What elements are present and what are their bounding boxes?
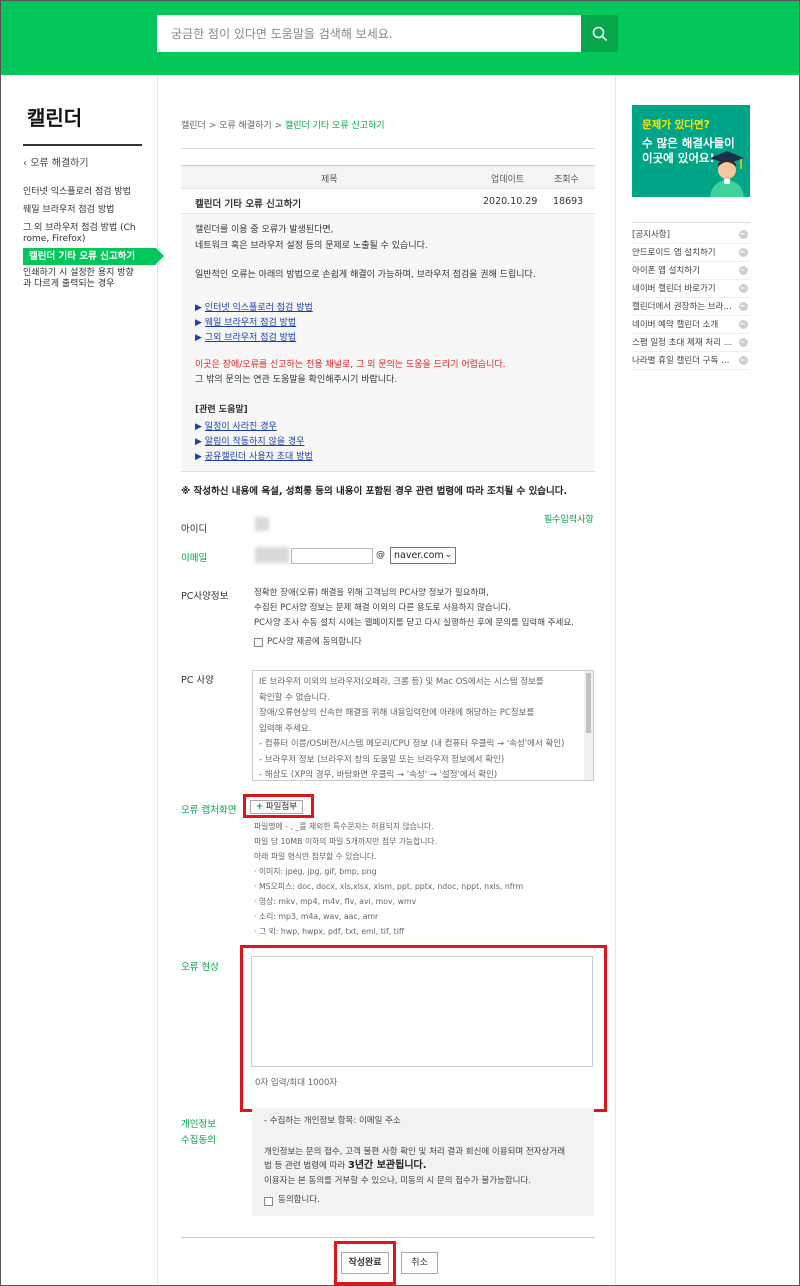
pcspec-label: PC 사양 [181, 675, 214, 686]
error-label: 오류 현상 [181, 962, 219, 973]
file-rule: · 이미지: jpeg, jpg, gif, bmp, png [254, 867, 377, 876]
consent-text: 이용자는 본 동의를 거부할 수 있으나, 미동의 시 문의 접수가 불가능합니… [264, 1176, 532, 1186]
link-other-check[interactable]: ▶ 그외 브라우저 점검 방법 [195, 330, 296, 343]
email-domain-select[interactable]: naver.com ⌄ [390, 547, 456, 564]
at-sign: @ [376, 550, 385, 560]
table-header: 제목 업데이트 조회수 [181, 165, 595, 189]
pcinfo-text: 정확한 장애(오류) 해결을 위해 고객님의 PC사양 정보가 필요하며, [254, 588, 489, 598]
masked-id [255, 517, 269, 531]
consent-agree-label: 동의합니다. [278, 1195, 320, 1205]
email-label: 이메일 [181, 553, 208, 564]
arrow-right-icon [739, 338, 748, 347]
article-text: 캘린더를 이용 중 오류가 발생된다면, [195, 225, 334, 235]
error-textarea[interactable] [251, 956, 593, 1067]
arrow-right-icon [739, 230, 748, 239]
file-rule: · 영상: mkv, mp4, m4v, flv, avi, mov, wmv [254, 897, 417, 906]
attach-file-button[interactable]: + 파일첨부 [250, 800, 303, 814]
lnb-item-ie[interactable]: 인터넷 익스플로러 점검 방법 [23, 187, 147, 198]
lnb-item-whale[interactable]: 웨일 브라우저 점검 방법 [23, 205, 147, 216]
helper-character-icon [710, 151, 744, 197]
table-row: 캘린더 기타 오류 신고하기 2020.10.29 18693 [181, 189, 595, 214]
file-rule: 파일명에 - , _를 제외한 특수문자는 허용되지 않습니다. [254, 822, 434, 831]
pcspec-textarea[interactable]: IE 브라우저 이외의 브라우저(오페라, 크롬 등) 및 Mac OS에서는 … [252, 670, 594, 781]
side-item-reservation[interactable]: 네이버 예약 캘린더 소개 [632, 316, 750, 334]
divider [632, 222, 750, 223]
search-button[interactable] [581, 15, 618, 52]
link-ie-check[interactable]: ▶ 인터넷 익스플로러 점검 방법 [195, 300, 313, 313]
pcinfo-agree-label: PC사양 제공에 동의합니다 [267, 637, 362, 647]
link-related-3[interactable]: ▶ 공유캘린더 사용자 초대 방법 [195, 449, 313, 462]
lnb-divider [23, 144, 142, 146]
side-item-browser[interactable]: 캘린더에서 권장하는 브라… [632, 298, 750, 316]
col-views: 조회수 [554, 175, 579, 185]
link-related-2[interactable]: ▶ 알림이 작동하지 않을 경우 [195, 434, 304, 447]
pcinfo-label: PC사양정보 [181, 591, 229, 602]
lnb-title: 캘린더 [27, 106, 83, 130]
col-title: 제목 [321, 175, 338, 185]
article-date: 2020.10.29 [483, 196, 538, 207]
side-item-holiday[interactable]: 나라별 휴일 캘린더 구독 … [632, 352, 750, 370]
capture-label: 오류 캡처화면 [181, 805, 237, 816]
arrow-right-icon [739, 302, 748, 311]
article-text: 네트워크 혹은 브라우저 설정 등의 문제로 노출될 수 있습니다. [195, 241, 428, 251]
article-views: 18693 [553, 196, 584, 207]
file-rule: · 그 외: hwp, hwpx, pdf, txt, eml, tif, ti… [254, 927, 405, 936]
lnb-item-report-active[interactable]: 캘린더 기타 오류 신고하기 [23, 248, 164, 265]
arrow-right-icon [739, 266, 748, 275]
file-rule: 아래 파일 형식만 첨부할 수 있습니다. [254, 852, 377, 861]
chevron-down-icon: ⌄ [444, 550, 452, 560]
search-icon [592, 26, 607, 41]
pcinfo-agree-checkbox[interactable] [254, 638, 263, 647]
file-rule: 파일 당 10MB 이하의 파일 5개까지만 첨부 가능합니다. [254, 837, 438, 846]
crumb-troubleshoot[interactable]: 오류 해결하기 [219, 121, 272, 131]
search-input[interactable] [157, 15, 581, 52]
file-rule: · MS오피스: doc, docx, xls,xlsx, xlsm, ppt,… [254, 882, 524, 891]
consent-agree-checkbox[interactable] [264, 1197, 273, 1206]
divider [181, 1237, 595, 1238]
plus-icon: + [256, 802, 264, 812]
cancel-button[interactable]: 취소 [401, 1252, 438, 1274]
breadcrumb: 캘린더 > 오류 해결하기 > 캘린더 기타 오류 신고하기 [181, 121, 385, 131]
char-counter: 0자 입력/최대 1000자 [255, 1078, 338, 1088]
lnb-item-other-browser[interactable]: 그 외 브라우저 점검 방법 (Ch rome, Firefox) [23, 223, 147, 245]
link-related-1[interactable]: ▶ 일정이 사라진 경우 [195, 419, 277, 432]
related-title: [관련 도움말] [195, 405, 248, 415]
pcinfo-text: PC사양 조사 수동 설치 시에는 웹페이지를 닫고 다시 실행하신 후에 문의… [254, 618, 574, 628]
col-updated: 업데이트 [491, 175, 525, 185]
consent-text: - 수집하는 개인정보 항목: 이메일 주소 [264, 1116, 401, 1126]
consent-label: 수집동의 [181, 1135, 216, 1146]
lnb-item-print[interactable]: 인쇄하기 시 설정한 용지 방향 과 다르게 출력되는 경우 [23, 268, 147, 290]
arrow-right-icon [739, 356, 748, 365]
consent-text: 개인정보는 문의 접수, 고객 불편 사항 확인 및 처리 결과 회신에 이용되… [264, 1147, 566, 1157]
arrow-right-icon [739, 320, 748, 329]
side-item-shortcut[interactable]: 네이버 캘린더 바로가기 [632, 280, 750, 298]
crumb-current: 캘린더 기타 오류 신고하기 [284, 121, 385, 131]
consent-label: 개인정보 [181, 1119, 216, 1130]
crumb-calendar[interactable]: 캘린더 [181, 121, 206, 131]
pcinfo-text: 수집된 PC사양 정보는 문제 해결 이외의 다른 용도로 사용하지 않습니다. [254, 603, 512, 613]
side-item-notice[interactable]: [공지사항] [632, 226, 750, 244]
side-item-android[interactable]: 안드로이드 앱 설치하기 [632, 244, 750, 262]
form-warning: ※ 작성하신 내용에 욕설, 성희롱 등의 내용이 포함된 경우 관련 법령에 … [181, 486, 568, 497]
notice-red: 이곳은 장애/오류를 신고하는 전용 채널로, 그 외 문의는 도움을 드리기 … [195, 360, 506, 370]
side-item-spam[interactable]: 스팸 일정 초대 제재 처리 … [632, 334, 750, 352]
required-note: 필수입력사항 [544, 515, 594, 525]
arrow-right-icon [739, 284, 748, 293]
consent-text: 법 등 관련 법령에 따라 3년간 보관됩니다. [264, 1160, 427, 1171]
id-label: 아이디 [181, 524, 208, 535]
article-title: 캘린더 기타 오류 신고하기 [195, 199, 302, 210]
submit-button[interactable]: 작성완료 [341, 1252, 389, 1274]
scrollbar[interactable] [584, 671, 593, 780]
notice-text: 그 밖의 문의는 연관 도움말을 확인해주시기 바랍니다. [195, 375, 398, 385]
helper-banner[interactable]: 문제가 있다면? 수 많은 해결사들이 이곳에 있어요! [632, 105, 750, 197]
arrow-right-icon [739, 248, 748, 257]
side-item-iphone[interactable]: 아이폰 앱 설치하기 [632, 262, 750, 280]
lnb-back-link[interactable]: ‹ 오류 해결하기 [23, 154, 89, 169]
email-field[interactable] [291, 548, 373, 564]
link-whale-check[interactable]: ▶ 웨일 브라우저 점검 방법 [195, 315, 296, 328]
file-rule: · 소리: mp3, m4a, wav, aac, amr [254, 912, 379, 921]
masked-email [255, 547, 289, 563]
divider [181, 148, 595, 149]
article-text: 일반적인 오류는 아래의 방법으로 손쉽게 해결이 가능하며, 브라우저 점검을… [195, 270, 536, 280]
